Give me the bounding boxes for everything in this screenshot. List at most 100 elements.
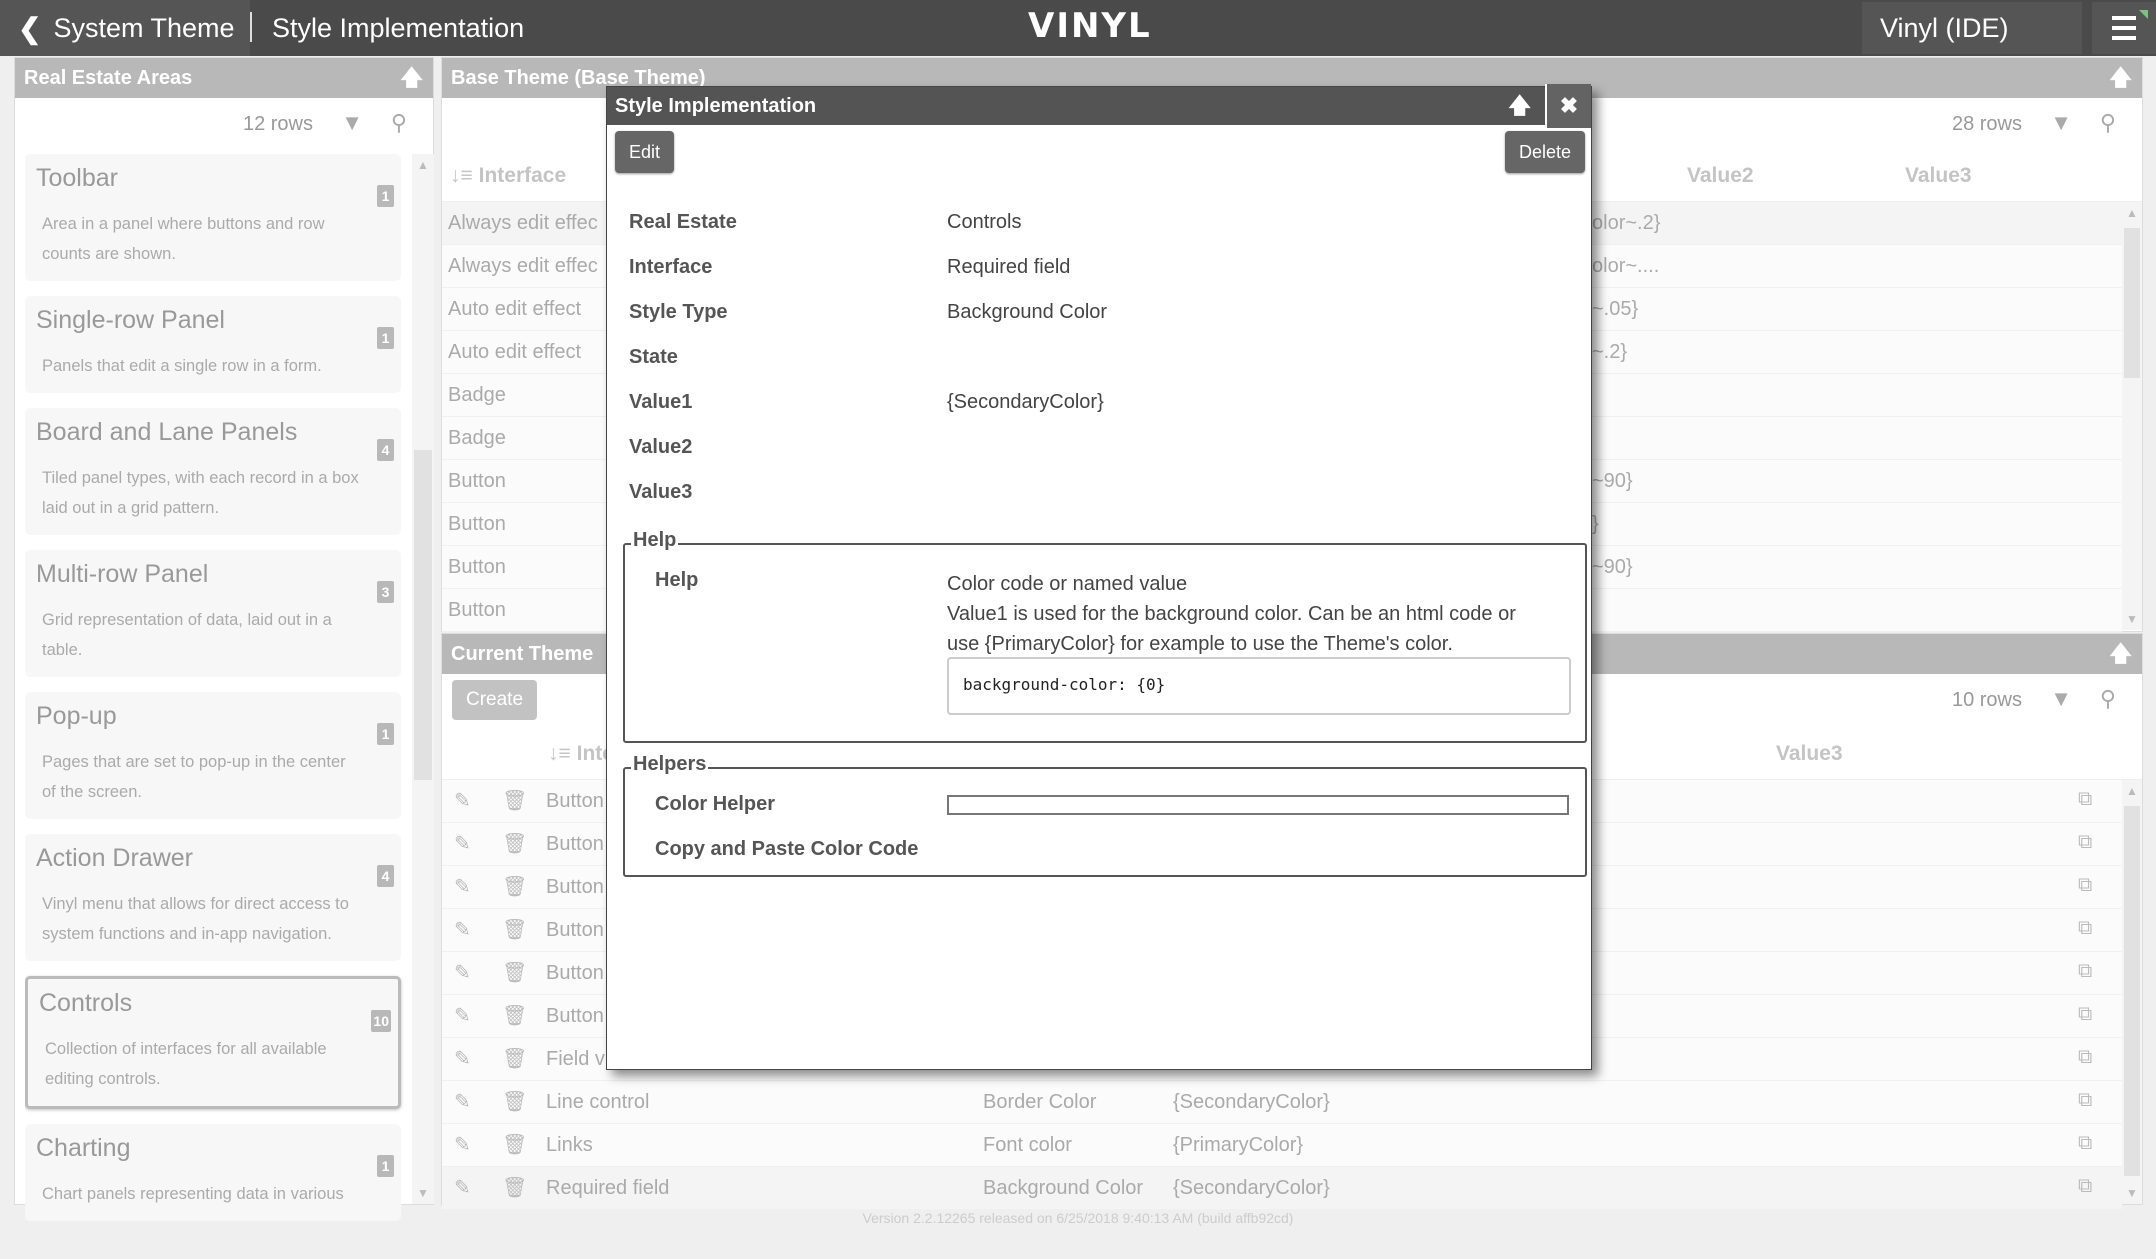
card-description: Chart panels representing data in variou…: [42, 1185, 344, 1203]
cell-interface: Button: [448, 470, 506, 492]
scroll-up-icon[interactable]: ▲: [412, 158, 434, 172]
count-badge: 1: [377, 327, 394, 349]
card-title: Toolbar: [36, 164, 118, 192]
main-menu-button[interactable]: [2092, 2, 2156, 54]
create-button[interactable]: Create: [452, 680, 538, 720]
table-row[interactable]: ✎ 🗑 Links Font color {PrimaryColor} ⧉: [442, 1124, 2122, 1167]
app-name-button[interactable]: Vinyl (IDE): [1862, 2, 2082, 54]
table-row[interactable]: ✎ 🗑 Line control Border Color {SecondaryColo…: [442, 1081, 2122, 1124]
open-external-icon[interactable]: ⧉: [2078, 788, 2092, 811]
column-header-interface[interactable]: ↓≡ Interface: [450, 164, 566, 188]
cell-interface: Required field: [546, 1177, 670, 1199]
trash-icon[interactable]: 🗑: [502, 788, 527, 813]
column-header-value3[interactable]: Value3: [1776, 742, 1843, 766]
edit-pencil-icon[interactable]: ✎: [454, 1046, 471, 1071]
table-row[interactable]: ✎ 🗑 Required field Background Color {Seconda…: [442, 1167, 2122, 1210]
column-header-interface[interactable]: ↓≡ Inte: [548, 742, 614, 766]
scroll-up-icon[interactable]: ▲: [2122, 784, 2142, 798]
collapse-arrow-icon[interactable]: 🡅: [2109, 634, 2132, 674]
count-badge: 3: [377, 581, 394, 603]
scrollbar-thumb[interactable]: [2124, 228, 2140, 378]
card-description: Grid representation of data, laid out in…: [42, 611, 332, 659]
edit-pencil-icon[interactable]: ✎: [454, 788, 471, 813]
edit-pencil-icon[interactable]: ✎: [454, 1132, 471, 1157]
cell-interface: Auto edit effect: [448, 298, 582, 320]
trash-icon[interactable]: 🗑: [502, 917, 527, 942]
edit-pencil-icon[interactable]: ✎: [454, 874, 471, 899]
column-header-value2[interactable]: Value2: [1687, 164, 1754, 188]
edit-pencil-icon[interactable]: ✎: [454, 1089, 471, 1114]
filter-icon[interactable]: ▼: [341, 110, 363, 136]
scrollbar-thumb[interactable]: [2124, 806, 2140, 1176]
cell-interface: Always edit effec: [448, 212, 598, 234]
scroll-down-icon[interactable]: ▼: [2122, 612, 2142, 626]
open-external-icon[interactable]: ⧉: [2078, 1132, 2092, 1155]
filter-icon[interactable]: ▼: [2050, 686, 2072, 712]
scrollbar[interactable]: ▲ ▼: [412, 154, 434, 1204]
real-estate-card[interactable]: Action Drawer 4 Vinyl menu that allows for…: [25, 834, 401, 961]
column-header-value3[interactable]: Value3: [1905, 164, 1972, 188]
delete-button[interactable]: Delete: [1504, 131, 1585, 173]
collapse-arrow-icon[interactable]: 🡅: [400, 58, 423, 98]
trash-icon[interactable]: 🗑: [502, 960, 527, 985]
cell-interface: Button: [448, 599, 506, 621]
close-icon: ✖: [1559, 93, 1579, 118]
edit-pencil-icon[interactable]: ✎: [454, 1003, 471, 1028]
field-value: Controls: [947, 211, 1022, 233]
trash-icon[interactable]: 🗑: [502, 1089, 527, 1114]
cell-value1: {PrimaryColor}: [1173, 1134, 1304, 1156]
search-icon[interactable]: ⚲: [2100, 686, 2116, 712]
count-badge: 1: [377, 1155, 394, 1177]
edit-button[interactable]: Edit: [615, 131, 675, 173]
edit-pencil-icon[interactable]: ✎: [454, 1175, 471, 1200]
back-label: System Theme: [53, 12, 235, 43]
trash-icon[interactable]: 🗑: [502, 874, 527, 899]
open-external-icon[interactable]: ⧉: [2078, 831, 2092, 854]
open-external-icon[interactable]: ⧉: [2078, 1003, 2092, 1026]
real-estate-card[interactable]: Pop-up 1 Pages that are set to pop-up in t…: [25, 692, 401, 819]
trash-icon[interactable]: 🗑: [502, 1003, 527, 1028]
edit-pencil-icon[interactable]: ✎: [454, 831, 471, 856]
back-button[interactable]: ❮ System Theme: [0, 0, 250, 56]
trash-icon[interactable]: 🗑: [502, 1132, 527, 1157]
cell-style-type: Font color: [983, 1134, 1072, 1156]
open-external-icon[interactable]: ⧉: [2078, 960, 2092, 983]
trash-icon[interactable]: 🗑: [502, 1175, 527, 1200]
color-helper-input[interactable]: [947, 795, 1569, 815]
real-estate-card[interactable]: Board and Lane Panels 4 Tiled panel types,…: [25, 408, 401, 535]
edit-pencil-icon[interactable]: ✎: [454, 917, 471, 942]
close-button[interactable]: ✖: [1545, 84, 1591, 128]
scroll-down-icon[interactable]: ▼: [2122, 1186, 2142, 1200]
filter-icon[interactable]: ▼: [2050, 110, 2072, 136]
collapse-arrow-icon[interactable]: 🡅: [2109, 58, 2132, 98]
edit-pencil-icon[interactable]: ✎: [454, 960, 471, 985]
cell-value1: ~90}: [1592, 470, 1633, 492]
scrollbar-thumb[interactable]: [414, 450, 432, 780]
scroll-down-icon[interactable]: ▼: [412, 1186, 434, 1200]
cell-value1: {SecondaryColor}: [1173, 1091, 1330, 1113]
search-icon[interactable]: ⚲: [2100, 110, 2116, 136]
open-external-icon[interactable]: ⧉: [2078, 1175, 2092, 1198]
cell-style-type: Border Color: [983, 1091, 1097, 1113]
open-external-icon[interactable]: ⧉: [2078, 1046, 2092, 1069]
scrollbar[interactable]: ▲ ▼: [2122, 780, 2142, 1204]
panel-title: Real Estate Areas: [24, 67, 193, 89]
cell-interface: Button: [546, 876, 604, 898]
open-external-icon[interactable]: ⧉: [2078, 874, 2092, 897]
card-title: Single-row Panel: [36, 306, 225, 334]
panel-header: Real Estate Areas 🡅: [15, 58, 433, 98]
scroll-up-icon[interactable]: ▲: [2122, 206, 2142, 220]
scrollbar[interactable]: ▲ ▼: [2122, 202, 2142, 630]
trash-icon[interactable]: 🗑: [502, 1046, 527, 1071]
real-estate-card[interactable]: Single-row Panel 1 Panels that edit a sing…: [25, 296, 401, 393]
open-external-icon[interactable]: ⧉: [2078, 917, 2092, 940]
real-estate-card[interactable]: Charting 1 Chart panels representing data …: [25, 1124, 401, 1221]
search-icon[interactable]: ⚲: [391, 110, 407, 136]
open-external-icon[interactable]: ⧉: [2078, 1089, 2092, 1112]
collapse-arrow-icon[interactable]: 🡅: [1508, 87, 1531, 125]
trash-icon[interactable]: 🗑: [502, 831, 527, 856]
cell-value1: olor~....: [1592, 255, 1660, 277]
real-estate-card[interactable]: Multi-row Panel 3 Grid representation of d…: [25, 550, 401, 677]
real-estate-card[interactable]: Controls 10 Collection of interfaces for a…: [25, 976, 401, 1109]
real-estate-card[interactable]: Toolbar 1 Area in a panel where buttons an…: [25, 154, 401, 281]
